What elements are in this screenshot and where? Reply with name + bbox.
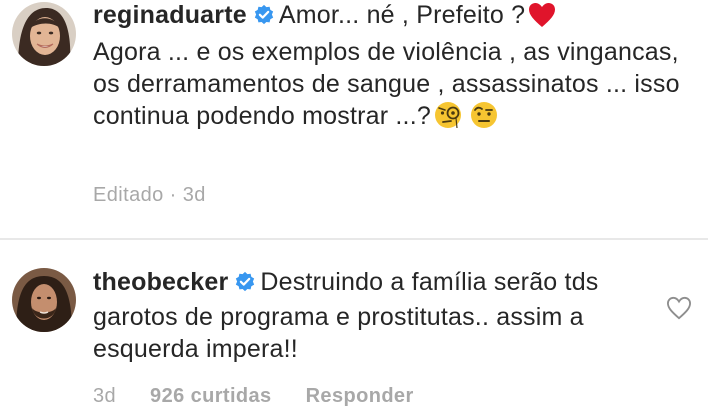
comment-item: reginaduarte Amor... né , Prefeito ? Agor… <box>0 0 708 238</box>
comment-item: theobecker Destruindo a família serão tds… <box>0 240 708 418</box>
comment-timestamp[interactable]: 3d <box>183 184 206 206</box>
username[interactable]: theobecker <box>93 268 228 296</box>
comment-text-prefix: Amor... né , Prefeito ? <box>278 1 526 29</box>
comment-meta: Editado · 3d <box>93 184 206 207</box>
like-heart-outline-icon[interactable] <box>666 296 692 325</box>
reply-button[interactable]: Responder <box>306 385 414 407</box>
comment-text: theobecker Destruindo a família serão tds… <box>93 266 653 365</box>
comment-text-main: Agora ... e os exemplos de violência , a… <box>93 38 680 130</box>
comment-timestamp[interactable]: 3d <box>93 385 116 407</box>
comment-meta: 3d 926 curtidas Responder <box>93 385 414 408</box>
edited-label: Editado <box>93 184 164 206</box>
red-heart-emoji <box>528 2 556 36</box>
face-with-monocle-emoji <box>434 101 462 137</box>
likes-count[interactable]: 926 curtidas <box>150 385 272 407</box>
avatar[interactable] <box>12 268 76 332</box>
verified-badge-icon <box>253 2 275 34</box>
verified-badge-icon <box>234 269 256 301</box>
comment-text: reginaduarte Amor... né , Prefeito ? Agor… <box>93 0 693 137</box>
face-with-raised-eyebrow-emoji <box>470 101 498 137</box>
username[interactable]: reginaduarte <box>93 1 247 29</box>
avatar[interactable] <box>12 2 76 66</box>
meta-separator: · <box>169 184 177 206</box>
